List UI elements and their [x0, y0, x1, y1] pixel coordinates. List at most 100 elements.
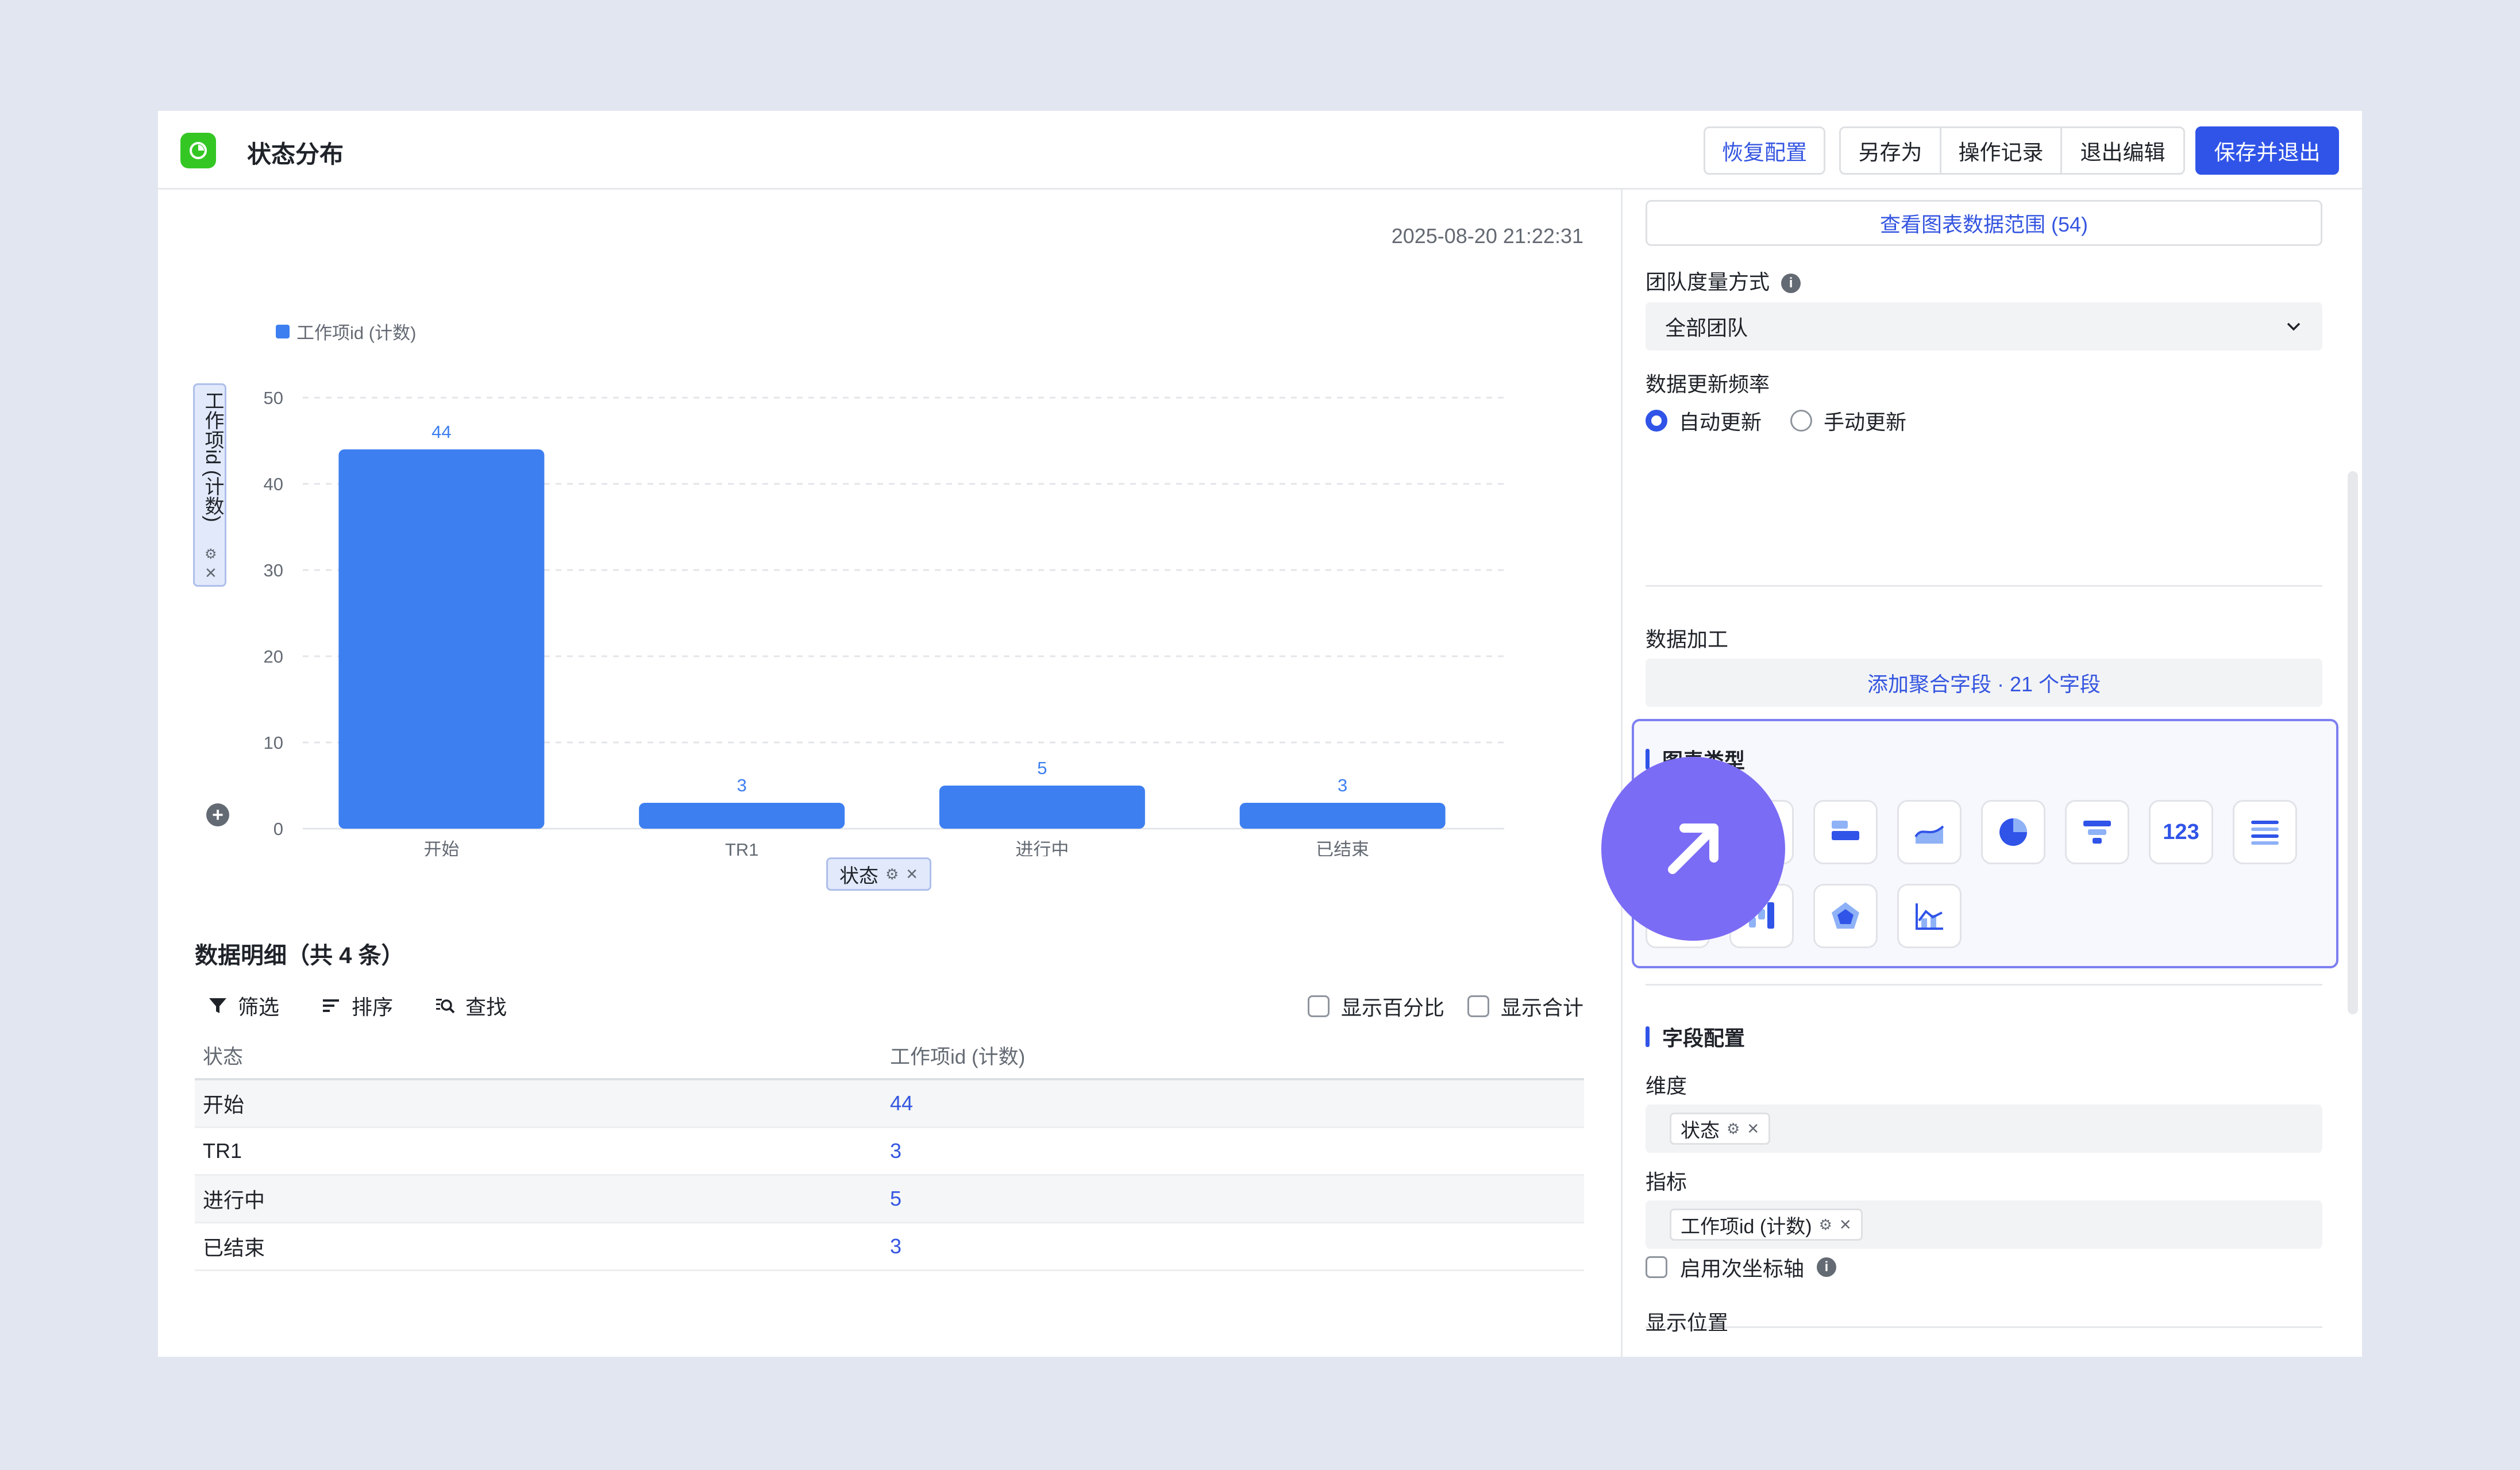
view-data-range-button[interactable]: 查看图表数据范围 (54)	[1646, 200, 2322, 246]
manual-update-radio[interactable]: 手动更新	[1790, 406, 1906, 436]
find-icon	[436, 999, 455, 1014]
table-cell[interactable]: 5	[890, 1187, 901, 1211]
arrow-up-right-icon	[1668, 823, 1718, 874]
chart-type-combo[interactable]	[1897, 884, 1962, 948]
data-label: 44	[431, 422, 451, 442]
table-row: 开始 44	[195, 1080, 1584, 1128]
bar-chart: 0 10 20 30 40 50 44 开始 3 TR1 5 进行中 3 已结束	[264, 388, 1504, 856]
table-cell: 已结束	[203, 1236, 265, 1260]
y-tick-label: 0	[273, 819, 283, 839]
close-icon[interactable]: ✕	[1747, 1120, 1759, 1138]
y-tick-label: 20	[264, 647, 283, 667]
chart-type-horizontal-bar[interactable]	[1813, 800, 1878, 864]
metric-chip-label: 工作项id (计数)	[1681, 1215, 1812, 1238]
column-header-count[interactable]: 工作项id (计数)	[890, 1041, 1025, 1070]
table-header: 状态 工作项id (计数)	[195, 1032, 1584, 1080]
find-button[interactable]: 查找	[434, 991, 507, 1021]
gear-icon[interactable]: ⚙	[1819, 1216, 1832, 1234]
y-tick-label: 40	[264, 474, 283, 494]
sort-icon	[323, 999, 340, 1012]
team-metric-select[interactable]: 全部团队	[1646, 302, 2322, 351]
header-button-group: 另存为 操作记录 退出编辑	[1839, 126, 2185, 175]
close-icon[interactable]: ✕	[1839, 1216, 1852, 1234]
table-cell[interactable]: 3	[890, 1234, 901, 1259]
exit-edit-button[interactable]: 退出编辑	[2062, 128, 2183, 173]
auto-update-label: 自动更新	[1679, 410, 1762, 434]
secondary-axis-option[interactable]: 启用次坐标轴 i	[1646, 1252, 1837, 1282]
show-percent-checkbox[interactable]: 显示百分比	[1307, 991, 1444, 1021]
y-tick-label: 30	[264, 560, 283, 580]
data-label: 3	[737, 775, 747, 795]
table-cell: 开始	[203, 1093, 245, 1117]
save-as-button[interactable]: 另存为	[1841, 128, 1941, 173]
area-chart-icon	[1914, 825, 1944, 844]
chart-type-radar[interactable]	[1813, 884, 1878, 948]
bar	[939, 786, 1145, 829]
funnel-icon	[2083, 821, 2111, 844]
restore-config-button[interactable]: 恢复配置	[1704, 126, 1825, 175]
radio-dot[interactable]	[1646, 410, 1667, 432]
table-row: 已结束 3	[195, 1223, 1584, 1271]
info-icon[interactable]: i	[1781, 274, 1801, 294]
app-window: 状态分布 恢复配置 另存为 操作记录 退出编辑 保存并退出 2025-08-20…	[158, 111, 2362, 1357]
divider	[1646, 984, 2322, 986]
show-total-checkbox[interactable]: 显示合计	[1467, 991, 1583, 1021]
column-header-status[interactable]: 状态	[195, 1041, 890, 1070]
metric-chip[interactable]: 工作项id (计数) ⚙ ✕	[1670, 1209, 1863, 1241]
combo-chart-icon	[1916, 903, 1943, 930]
metric-dropzone[interactable]: 工作项id (计数) ⚙ ✕	[1646, 1200, 2322, 1249]
chart-type-number[interactable]: 123	[2149, 800, 2213, 864]
chart-type-pie[interactable]	[1981, 800, 2045, 864]
team-metric-label: 团队度量方式	[1646, 270, 1770, 294]
y-tick-label: 50	[264, 388, 283, 408]
chart-type-area[interactable]	[1897, 800, 1962, 864]
pie-chart-icon	[1999, 818, 2027, 846]
table-cell: 进行中	[203, 1188, 265, 1212]
table-row: 进行中 5	[195, 1176, 1584, 1223]
table-cell[interactable]: 3	[890, 1139, 901, 1163]
x-tick-label: TR1	[725, 840, 759, 856]
x-axis-field-tag[interactable]: 状态 ⚙ ✕	[826, 857, 931, 891]
data-detail-title: 数据明细（共 4 条）	[195, 943, 404, 968]
header-bar: 状态分布 恢复配置 另存为 操作记录 退出编辑 保存并退出	[158, 111, 2362, 190]
history-button[interactable]: 操作记录	[1941, 128, 2062, 173]
page-title: 状态分布	[247, 141, 344, 168]
save-and-exit-button[interactable]: 保存并退出	[2195, 126, 2339, 175]
field-config-title: 字段配置	[1646, 1022, 1745, 1052]
radio-dot[interactable]	[1790, 410, 1813, 432]
checkbox-box[interactable]	[1307, 995, 1330, 1017]
checkbox-box[interactable]	[1646, 1256, 1667, 1278]
x-tick-label: 进行中	[1015, 840, 1069, 856]
divider	[1646, 1326, 2322, 1328]
update-frequency-label: 数据更新频率	[1646, 372, 1770, 396]
x-axis-field-label: 状态	[839, 865, 878, 887]
chart-type-list[interactable]	[2233, 800, 2297, 864]
close-icon[interactable]: ✕	[905, 865, 918, 883]
add-aggregate-field-button[interactable]: 添加聚合字段 · 21 个字段	[1646, 659, 2322, 707]
x-tick-label: 开始	[423, 840, 459, 856]
dimension-dropzone[interactable]: 状态 ⚙ ✕	[1646, 1105, 2322, 1153]
panel-scrollbar[interactable]	[2348, 471, 2358, 1014]
gear-icon[interactable]: ⚙	[885, 865, 899, 883]
gear-icon[interactable]: ⚙	[1727, 1120, 1740, 1138]
dimension-chip[interactable]: 状态 ⚙ ✕	[1670, 1113, 1771, 1145]
data-label: 5	[1037, 758, 1047, 778]
table-cell[interactable]: 44	[890, 1091, 913, 1115]
expand-arrow-button[interactable]	[1601, 757, 1785, 941]
add-axis-icon[interactable]: +	[206, 803, 229, 826]
update-frequency-radios: 自动更新 手动更新	[1646, 406, 1906, 436]
dimension-label: 维度	[1646, 1074, 1687, 1098]
field-config-title-text: 字段配置	[1662, 1026, 1745, 1050]
table-row: TR1 3	[195, 1128, 1584, 1176]
filter-button[interactable]: 筛选	[207, 991, 279, 1021]
horizontal-bar-icon	[1832, 821, 1859, 840]
chart-type-funnel[interactable]	[2065, 800, 2129, 864]
checkbox-box[interactable]	[1467, 995, 1489, 1017]
detail-options: 显示百分比 显示合计	[1307, 991, 1583, 1021]
display-position-label: 显示位置	[1646, 1311, 1729, 1334]
info-icon[interactable]: i	[1817, 1257, 1837, 1277]
data-label: 3	[1338, 775, 1347, 795]
chevron-down-icon	[2287, 322, 2301, 331]
sort-button[interactable]: 排序	[321, 991, 393, 1021]
auto-update-radio[interactable]: 自动更新	[1646, 406, 1762, 436]
